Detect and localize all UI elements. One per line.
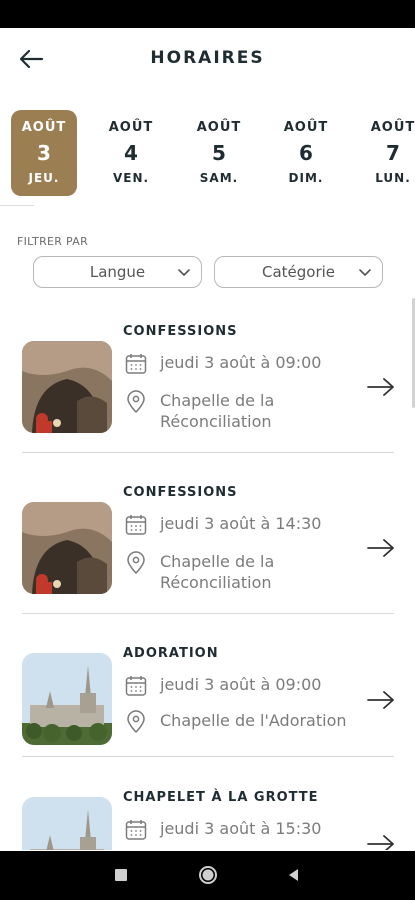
arrow-right-icon[interactable] [366, 537, 396, 559]
event-datetime: jeudi 3 août à 09:00 [160, 675, 322, 694]
system-navigation-bar [0, 851, 415, 900]
calendar-icon [125, 515, 147, 535]
filter-label: FILTRER PAR [17, 235, 89, 248]
event-title: ADORATION [123, 646, 219, 661]
header: HORAIRES [0, 28, 415, 90]
event-title: CONFESSIONS [123, 324, 238, 339]
date-tab-aug-3[interactable]: AOÛT 3 JEU. [11, 110, 77, 196]
calendar-icon [125, 354, 147, 374]
location-pin-icon [127, 551, 145, 575]
grotto-image [22, 502, 112, 594]
date-month: AOÛT [108, 120, 154, 135]
event-place-row: Chapelle de l'Adoration [124, 710, 380, 734]
date-weekday: DIM. [288, 171, 324, 185]
date-weekday: SAM. [199, 171, 239, 185]
date-day: 3 [37, 141, 51, 165]
home-button[interactable] [198, 865, 218, 885]
date-tab-aug-6[interactable]: AOÛT 6 DIM. [273, 110, 339, 196]
divider [22, 613, 394, 614]
date-day: 4 [124, 141, 138, 165]
category-filter-select[interactable]: Catégorie [214, 256, 383, 288]
location-pin-icon [127, 710, 145, 734]
arrow-right-icon[interactable] [366, 689, 396, 711]
divider [22, 452, 394, 453]
date-month: AOÛT [196, 120, 242, 135]
divider [22, 756, 394, 757]
calendar-icon [125, 676, 147, 696]
arrow-right-icon[interactable] [366, 833, 396, 850]
event-title: CONFESSIONS [123, 485, 238, 500]
date-tab-aug-4[interactable]: AOÛT 4 VEN. [98, 110, 164, 196]
date-day: 7 [386, 141, 400, 165]
basilica-image [22, 797, 112, 850]
back-button[interactable] [286, 867, 302, 883]
date-month: AOÛT [283, 120, 329, 135]
arrow-right-icon[interactable] [366, 376, 396, 398]
event-list: CONFESSIONS jeudi 3 août à 09:00 Chapell… [0, 300, 415, 850]
event-place-row: Chapelle de la Réconciliation [124, 551, 360, 593]
status-bar [0, 0, 415, 28]
event-place: Chapelle de l'Adoration [160, 711, 347, 730]
event-datetime: jeudi 3 août à 15:30 [160, 819, 322, 838]
event-place-row: Chapelle de la Réconciliation [124, 390, 360, 432]
date-month: AOÛT [21, 120, 67, 135]
event-datetime-row: jeudi 3 août à 09:00 [124, 674, 321, 698]
category-filter-label: Catégorie [261, 263, 336, 281]
date-weekday: JEU. [28, 171, 60, 185]
date-day: 5 [212, 141, 226, 165]
event-datetime: jeudi 3 août à 14:30 [160, 514, 322, 533]
chevron-down-icon [178, 269, 190, 276]
date-weekday: VEN. [112, 171, 150, 185]
language-filter-label: Langue [89, 263, 146, 281]
event-place: Chapelle de la Réconciliation [160, 391, 275, 431]
recent-apps-button[interactable] [115, 869, 127, 881]
date-tab-aug-7[interactable]: AOÛT 7 LUN. [360, 110, 415, 196]
calendar-icon [125, 820, 147, 840]
date-selector: AOÛT 3 JEU. AOÛT 4 VEN. AOÛT 5 SAM. AOÛT… [0, 108, 415, 198]
date-tab-aug-5[interactable]: AOÛT 5 SAM. [186, 110, 252, 196]
event-place: Chapelle de la Réconciliation [160, 552, 275, 592]
event-datetime-row: jeudi 3 août à 14:30 [124, 513, 321, 537]
grotto-image [22, 341, 112, 433]
language-filter-select[interactable]: Langue [33, 256, 202, 288]
date-day: 6 [299, 141, 313, 165]
event-datetime-row: jeudi 3 août à 15:30 [124, 818, 321, 842]
event-datetime: jeudi 3 août à 09:00 [160, 353, 322, 372]
date-weekday: LUN. [375, 171, 411, 185]
basilica-image [22, 653, 112, 745]
event-datetime-row: jeudi 3 août à 09:00 [124, 352, 321, 376]
location-pin-icon [127, 390, 145, 414]
date-month: AOÛT [370, 120, 415, 135]
page-title: HORAIRES [150, 48, 265, 68]
chevron-down-icon [359, 269, 371, 276]
date-scroll-indicator [0, 205, 34, 206]
event-title: CHAPELET À LA GROTTE [123, 790, 319, 805]
